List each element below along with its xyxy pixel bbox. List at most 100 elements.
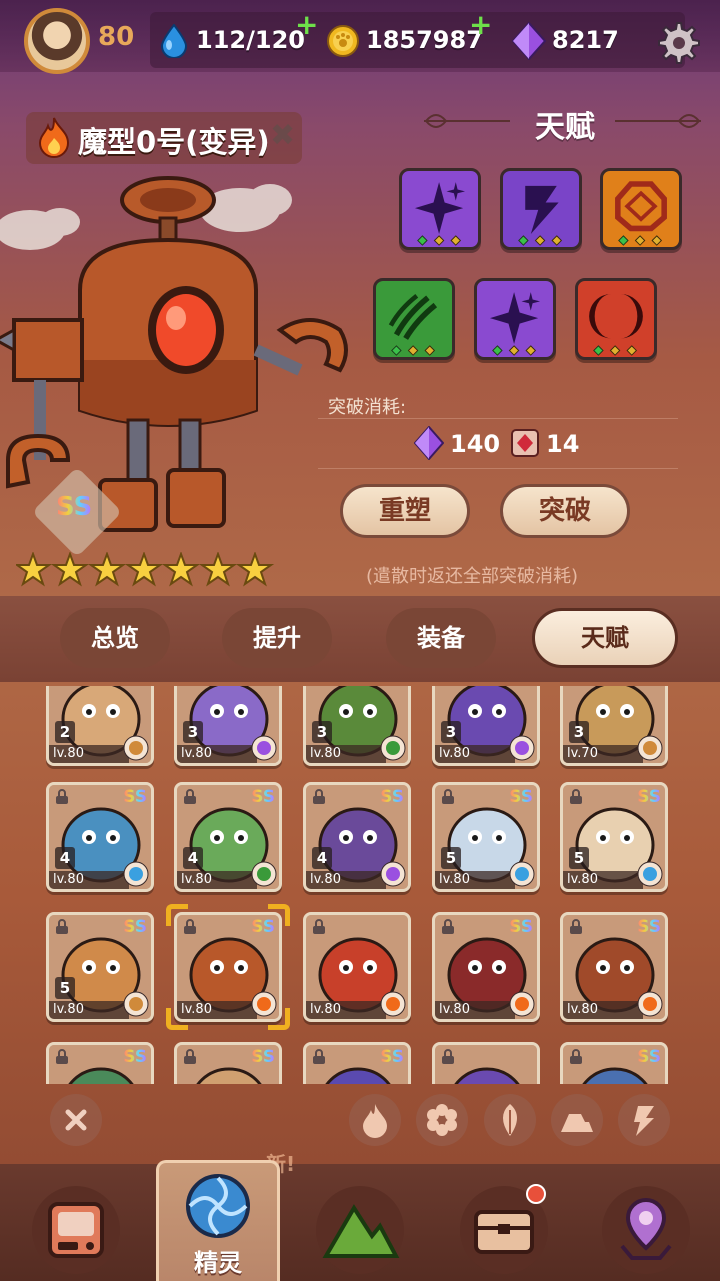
monster-card[interactable]: 3 lv.80 [174,686,282,766]
monster-card[interactable]: SS 5 lv.80 [432,782,540,892]
talent-skill-6[interactable] [575,278,657,360]
breakthrough-cost-label: 突破消耗: [328,397,407,418]
talent-skill-1[interactable] [399,168,481,250]
lock-icon [570,919,582,934]
monster-card[interactable]: SS lv.80 [560,912,668,1022]
selected-card-bracket [268,1008,290,1030]
monster-star-count: 5 [55,977,75,999]
monster-rank: SS [123,787,147,807]
monster-card[interactable]: SS [303,1042,411,1084]
lock-icon [313,919,325,934]
purple-sparkle-icon [414,182,466,246]
monster-card[interactable]: SS lv.80 [174,912,282,1022]
monster-card[interactable]: SS [46,1042,154,1084]
monster-card[interactable]: SS 5 lv.80 [46,912,154,1022]
monster-level: lv.80 [435,745,515,763]
gem-cost-value: 140 [450,430,501,458]
monster-card[interactable]: SS 4 lv.80 [174,782,282,892]
divider [318,468,678,469]
earth-element-icon [637,735,663,761]
monster-rank: SS [637,917,661,937]
monster-card[interactable]: lv.80 [303,912,411,1022]
fire-filter-button[interactable] [349,1094,401,1146]
tab-equipment[interactable]: 装备 [386,608,496,668]
gold-coin-icon [327,25,359,57]
talent-skill-3[interactable] [600,168,682,250]
monster-card[interactable]: SS [560,1042,668,1084]
add-gold-button[interactable]: + [469,11,492,39]
earth-element-icon [123,991,149,1017]
player-level: 80 [98,22,135,52]
monster-card[interactable]: SS 5 lv.80 [560,782,668,892]
lock-icon [313,789,325,804]
monster-card[interactable] [432,1042,540,1084]
gold-value: 1857987 [366,26,483,54]
selected-card-bracket [166,904,188,926]
tab-talent[interactable]: 天赋 [532,608,678,668]
fire-element-icon [637,991,663,1017]
monster-grid: 2 lv.80 3 lv.80 3 lv.80 3 lv.80 3 lv.70 SS 4 lv.80 SS… [0,686,720,1084]
character-name: 魔型0号(变异) [78,125,270,159]
monster-rank: SS [251,787,275,807]
monster-card[interactable]: SS 4 lv.80 [303,782,411,892]
lightning-filter-button[interactable] [618,1094,670,1146]
tab-overview[interactable]: 总览 [60,608,170,668]
lock-icon [313,1049,325,1064]
reforge-button[interactable]: 重塑 [340,484,470,538]
monster-level: lv.80 [435,1001,515,1019]
monster-star-count: 4 [55,847,75,869]
lock-icon [56,919,68,934]
ice-element-icon [509,861,535,887]
leaf-element-icon [251,861,277,887]
monster-card[interactable]: 3 lv.70 [560,686,668,766]
leaf-element-icon [380,735,406,761]
monster-level: lv.80 [563,1001,643,1019]
close-icon[interactable]: ✖ [270,118,295,153]
monster-card[interactable]: 3 lv.80 [303,686,411,766]
monster-rank: SS [509,787,533,807]
close-icon [65,1109,87,1131]
lock-icon [184,1049,196,1064]
monster-card[interactable]: SS 4 lv.80 [46,782,154,892]
monster-rank: SS [380,787,404,807]
dismiss-refund-note: (遣散时返还全部突破消耗) [366,566,579,587]
monster-rank: SS [637,1047,661,1067]
monster-card[interactable]: 2 lv.80 [46,686,154,766]
fire-element-icon [380,991,406,1017]
talent-skill-5[interactable] [474,278,556,360]
location-pin-icon [620,1197,672,1260]
lock-icon [442,919,454,934]
monster-card[interactable]: SS [174,1042,282,1084]
divider [318,418,678,419]
nav-map-button[interactable] [316,1186,404,1274]
monster-level: lv.80 [177,745,257,763]
talent-skill-4[interactable] [373,278,455,360]
ice-filter-button[interactable] [416,1094,468,1146]
monster-rank: SS [123,917,147,937]
nav-backpack-button[interactable] [32,1186,120,1274]
lock-icon [56,1049,68,1064]
green-claw-icon [388,294,438,356]
talent-skill-2[interactable] [500,168,582,250]
tab-upgrade[interactable]: 提升 [222,608,332,668]
lightning-element-icon [251,735,277,761]
ice-filter-icon [427,1104,457,1136]
breakthrough-button[interactable]: 突破 [500,484,630,538]
lightning-filter-icon [634,1106,654,1136]
add-energy-button[interactable]: + [295,11,318,39]
monster-level: lv.80 [177,1001,257,1019]
device-icon [48,1202,104,1258]
earth-filter-button[interactable] [551,1094,603,1146]
monster-level: lv.80 [49,1001,129,1019]
monster-card[interactable]: SS lv.80 [432,912,540,1022]
clear-filter-button[interactable] [50,1094,102,1146]
monster-rank: SS [509,917,533,937]
player-avatar[interactable] [24,8,90,74]
nav-location-button[interactable] [602,1186,690,1274]
purple-sparkle-icon [489,292,541,356]
monster-card[interactable]: 3 lv.80 [432,686,540,766]
leaf-filter-button[interactable] [484,1094,536,1146]
settings-gear-icon[interactable] [652,18,702,68]
ice-element-icon [123,861,149,887]
earth-filter-icon [561,1114,593,1132]
